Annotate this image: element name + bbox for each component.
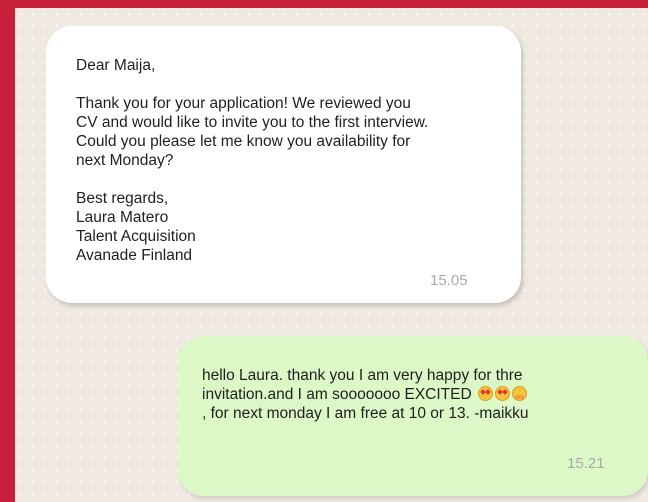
message-line bbox=[76, 170, 501, 189]
message-line: Laura Matero bbox=[76, 209, 169, 226]
message-timestamp: 15.21 bbox=[567, 455, 605, 472]
hugging-emoji-icon bbox=[512, 386, 527, 401]
heart-eyes-emoji-icon bbox=[495, 386, 510, 401]
incoming-message-bubble[interactable]: Dear Maija, Thank you for your applicati… bbox=[46, 26, 521, 303]
message-line: hello Laura. thank you I am very happy f… bbox=[202, 367, 523, 384]
message-line: next Monday? bbox=[76, 152, 174, 169]
message-line: Talent Acquisition bbox=[76, 228, 196, 245]
message-line: , for next monday I am free at 10 or 13.… bbox=[202, 405, 529, 422]
message-line: CV and would like to invite you to the f… bbox=[76, 114, 429, 131]
message-text: invitation.and I am sooooooo EXCITED bbox=[202, 386, 472, 403]
star-struck-emoji-icon bbox=[478, 386, 493, 401]
message-line: Avanade Finland bbox=[76, 247, 193, 264]
message-line: Dear Maija, bbox=[76, 57, 156, 74]
message-line-with-emojis: invitation.and I am sooooooo EXCITED bbox=[202, 385, 628, 404]
chat-area[interactable]: Dear Maija, Thank you for your applicati… bbox=[15, 8, 648, 502]
message-line: Thank you for your application! We revie… bbox=[76, 95, 411, 112]
outgoing-message-bubble[interactable]: hello Laura. thank you I am very happy f… bbox=[178, 336, 648, 496]
message-line bbox=[76, 75, 501, 94]
message-timestamp: 15.05 bbox=[430, 272, 468, 289]
message-line: Could you please let me know you availab… bbox=[76, 133, 411, 150]
message-line: Best regards, bbox=[76, 190, 169, 207]
